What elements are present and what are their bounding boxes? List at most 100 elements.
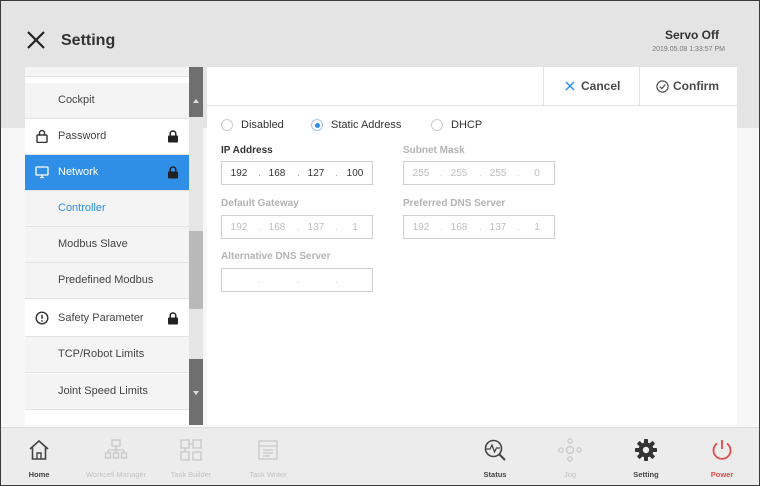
confirm-button[interactable]: Confirm: [639, 67, 738, 105]
octet: 255: [412, 168, 430, 179]
octet: 168: [268, 222, 286, 233]
sidebar-item-modbus-slave[interactable]: Modbus Slave: [25, 227, 189, 263]
power-icon: [712, 440, 732, 460]
workcell-manager-icon: [104, 439, 128, 459]
radio-label: DHCP: [451, 119, 483, 131]
lock-icon: [168, 166, 178, 179]
nav-workcell-manager[interactable]: Workcell Manager: [86, 428, 146, 485]
monitor-icon: [35, 166, 49, 179]
nav-task-writer[interactable]: Task Writer: [240, 428, 296, 485]
sidebar-scrollbar[interactable]: [189, 67, 203, 425]
jog-icon: [558, 438, 582, 462]
sidebar-item-joint-speed-limits[interactable]: Joint Speed Limits: [25, 374, 189, 410]
octet: 255: [489, 168, 507, 179]
servo-status: Servo Off: [664, 28, 719, 42]
nav-label: Home: [28, 470, 50, 479]
default-gateway-input[interactable]: 192 . 168 . 137 . 1: [221, 215, 373, 239]
nav-home[interactable]: Home: [11, 428, 67, 485]
sidebar-item-label: Controller: [58, 202, 106, 214]
subnet-mask-label: Subnet Mask: [403, 145, 465, 156]
sidebar-item-controller[interactable]: Controller: [25, 191, 189, 227]
radio-circle: [221, 119, 233, 131]
sidebar-item-label: Modbus Slave: [58, 238, 128, 250]
task-writer-icon: [258, 440, 278, 460]
scroll-thumb[interactable]: [189, 231, 203, 309]
warning-circle-icon: [35, 311, 49, 325]
home-icon: [29, 439, 49, 460]
nav-label: Jog: [563, 470, 577, 479]
radio-circle-selected: [311, 119, 323, 131]
scroll-up-button[interactable]: [189, 67, 203, 117]
nav-label: Workcell Manager: [85, 470, 147, 479]
gear-icon: [635, 439, 657, 461]
octet: 192: [230, 222, 248, 233]
status-pulse-icon: [484, 439, 506, 461]
nav-label: Setting: [633, 470, 659, 479]
alternative-dns-input[interactable]: . . .: [221, 268, 373, 292]
ip-address-input[interactable]: 192 . 168 . 127 . 100: [221, 161, 373, 185]
padlock-icon: [36, 129, 48, 143]
octet: 168: [268, 168, 286, 179]
sidebar-item-tcp-robot-limits[interactable]: TCP/Robot Limits: [25, 337, 189, 373]
nav-label: Status: [483, 470, 507, 479]
sidebar-item-label: Cockpit: [58, 94, 95, 106]
sidebar-item-label: TCP/Robot Limits: [58, 348, 145, 360]
sidebar-item-label: Joint Speed Limits: [58, 385, 148, 397]
octet: 168: [450, 222, 468, 233]
octet: 100: [346, 168, 364, 179]
octet: 192: [230, 168, 248, 179]
sidebar-item-label: Password: [58, 130, 107, 142]
subnet-mask-input[interactable]: 255 . 255 . 255 . 0: [403, 161, 555, 185]
list-item-partial: [25, 67, 189, 77]
ip-address-label: IP Address: [221, 145, 273, 156]
cancel-label: Cancel: [581, 79, 621, 93]
preferred-dns-label: Preferred DNS Server: [403, 198, 506, 209]
sidebar-item-safety-parameter[interactable]: Safety Parameter: [25, 301, 189, 337]
app-window: – × Setting Servo Off 2019.05.08 1:33:57…: [0, 0, 760, 486]
octet: 137: [489, 222, 507, 233]
lock-icon: [168, 312, 178, 325]
nav-label: Power: [710, 470, 734, 479]
nav-power[interactable]: Power: [694, 428, 750, 485]
radio-label: Static Address: [331, 119, 402, 131]
panel-header: Cancel Confirm: [207, 67, 737, 106]
close-icon[interactable]: [25, 29, 47, 51]
sidebar-item-label: Predefined Modbus: [58, 274, 154, 286]
nav-task-builder[interactable]: Task Builder: [163, 428, 219, 485]
lock-icon: [168, 130, 178, 143]
cancel-button[interactable]: Cancel: [543, 67, 640, 105]
sidebar-item-label: Safety Parameter: [58, 312, 144, 324]
preferred-dns-input[interactable]: 192 . 168 . 137 . 1: [403, 215, 555, 239]
octet: 127: [307, 168, 325, 179]
nav-jog[interactable]: Jog: [542, 428, 598, 485]
check-circle-icon: [656, 80, 669, 93]
octet: 1: [534, 222, 540, 233]
octet: 192: [412, 222, 430, 233]
chevron-down-icon: [193, 391, 199, 395]
octet: 137: [307, 222, 325, 233]
datetime: 2019.05.08 1:33:57 PM: [652, 46, 725, 53]
octet: 1: [352, 222, 358, 233]
bottom-navigation: Home Workcell Manager Task Builder Task …: [1, 427, 759, 485]
sidebar-item-predefined-modbus[interactable]: Predefined Modbus: [25, 263, 189, 299]
nav-label: Task Writer: [249, 470, 287, 479]
network-panel: Cancel Confirm Disabled Static Address D…: [207, 67, 737, 425]
scroll-down-button[interactable]: [189, 359, 203, 425]
sidebar-item-cockpit[interactable]: Cockpit: [25, 83, 189, 119]
page-title: Setting: [61, 32, 116, 49]
settings-sidebar: Cockpit Password Network Controller Modb…: [25, 67, 189, 425]
task-builder-icon: [180, 439, 202, 461]
radio-circle: [431, 119, 443, 131]
nav-label: Task Builder: [170, 470, 212, 479]
radio-label: Disabled: [241, 119, 284, 131]
nav-status[interactable]: Status: [467, 428, 523, 485]
sidebar-item-label: Network: [58, 166, 99, 178]
cancel-x-icon: [565, 81, 575, 91]
default-gateway-label: Default Gateway: [221, 198, 299, 209]
sidebar-item-password[interactable]: Password: [25, 119, 189, 155]
alternative-dns-label: Alternative DNS Server: [221, 251, 331, 262]
sidebar-item-network[interactable]: Network: [25, 155, 189, 191]
confirm-label: Confirm: [673, 79, 719, 93]
octet: 255: [450, 168, 468, 179]
nav-setting[interactable]: Setting: [618, 428, 674, 485]
